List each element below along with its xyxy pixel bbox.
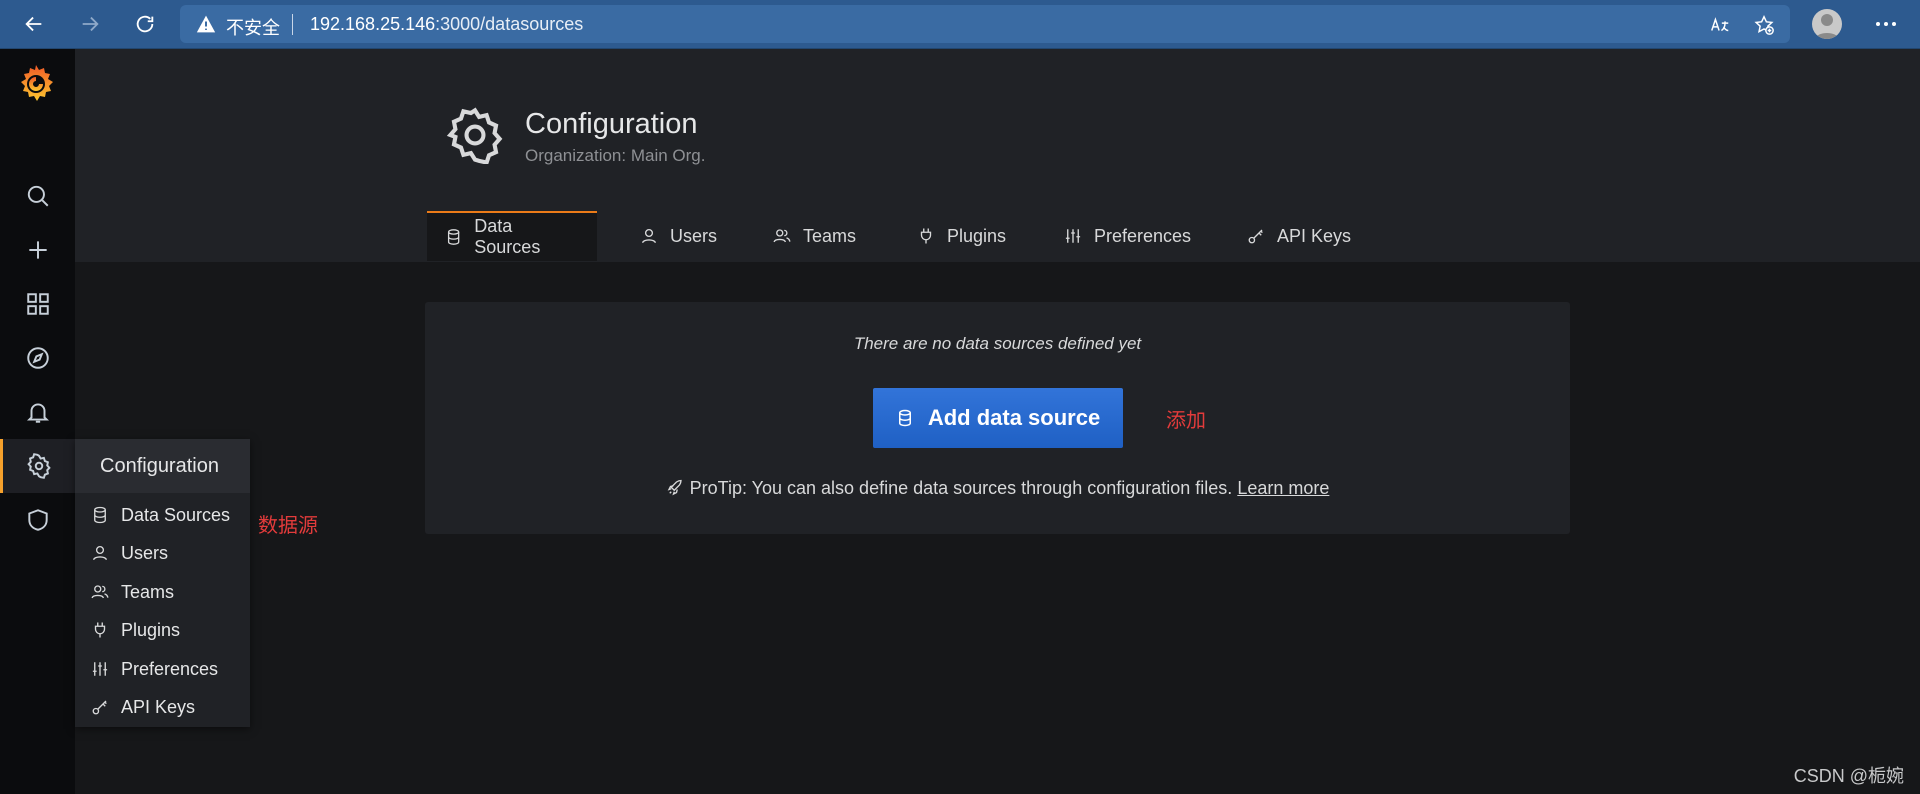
flyout-item-label: Preferences bbox=[121, 658, 219, 679]
apps-icon bbox=[26, 293, 49, 315]
side-menu bbox=[0, 49, 75, 794]
empty-state-title: There are no data sources defined yet bbox=[853, 334, 1142, 353]
key-icon bbox=[92, 700, 107, 715]
bell-icon bbox=[26, 403, 49, 423]
person-icon bbox=[1815, 14, 1839, 39]
watermark: CSDN @栀婉 bbox=[1793, 766, 1904, 786]
add-data-source-button[interactable]: Add data source bbox=[873, 388, 1123, 448]
database-icon bbox=[898, 409, 911, 427]
sidemenu-alerting[interactable] bbox=[0, 385, 75, 439]
user-icon bbox=[641, 228, 657, 244]
reload-icon bbox=[136, 15, 154, 33]
flyout-item-data-sources[interactable]: Data Sources bbox=[91, 496, 230, 534]
plug-icon bbox=[94, 622, 106, 638]
plus-icon bbox=[28, 241, 47, 259]
warning-icon bbox=[196, 15, 216, 33]
flyout-item-label: Data Sources bbox=[121, 504, 231, 525]
flyout-item-plugins[interactable]: Plugins bbox=[91, 611, 180, 649]
database-icon bbox=[94, 506, 106, 524]
url-path: :3000/datasources bbox=[435, 14, 584, 34]
tab-users[interactable]: Users bbox=[640, 211, 717, 261]
flyout-item-label: Plugins bbox=[121, 619, 181, 640]
sidemenu-search[interactable] bbox=[0, 169, 75, 223]
sidemenu-create[interactable] bbox=[0, 223, 75, 277]
tab-label: Preferences bbox=[1094, 225, 1192, 246]
profile-avatar[interactable] bbox=[1812, 9, 1842, 39]
url-host: 192.168.25.146 bbox=[310, 14, 436, 34]
database-icon bbox=[447, 229, 460, 245]
flyout-item-api-keys[interactable]: API Keys bbox=[91, 688, 195, 726]
flyout-item-label: Teams bbox=[121, 581, 175, 602]
flyout-title[interactable]: Configuration bbox=[75, 439, 250, 493]
shield-icon bbox=[27, 509, 48, 531]
add-data-source-label: Add data source bbox=[927, 405, 1101, 430]
key-icon bbox=[1248, 229, 1263, 244]
empty-datasources-panel: There are no data sources defined yet Ad… bbox=[425, 302, 1570, 534]
flyout-item-preferences[interactable]: Preferences bbox=[91, 650, 218, 688]
favorite-button[interactable] bbox=[1752, 13, 1776, 37]
users-icon bbox=[773, 229, 791, 243]
sidemenu-server-admin[interactable] bbox=[0, 493, 75, 547]
sliders-icon bbox=[1065, 229, 1081, 243]
more-menu-button[interactable] bbox=[1868, 10, 1904, 38]
tab-preferences[interactable]: Preferences bbox=[1064, 211, 1191, 261]
tab-label: Teams bbox=[803, 225, 857, 246]
users-icon bbox=[91, 585, 109, 599]
browser-toolbar: 不安全 192.168.25.146:3000/datasources bbox=[0, 0, 1920, 49]
gear-icon bbox=[27, 453, 51, 479]
url-text[interactable]: 192.168.25.146:3000/datasources bbox=[310, 14, 583, 35]
learn-more-link[interactable]: Learn more bbox=[1237, 478, 1329, 498]
protip-text: ProTip: You can also define data sources… bbox=[689, 478, 1233, 498]
translate-icon bbox=[1711, 17, 1729, 32]
tab-plugins[interactable]: Plugins bbox=[917, 211, 1006, 261]
user-icon bbox=[92, 545, 108, 561]
security-label[interactable]: 不安全 bbox=[226, 14, 280, 40]
reload-button[interactable] bbox=[129, 8, 161, 40]
search-icon bbox=[27, 185, 48, 207]
compass-icon bbox=[26, 347, 49, 369]
flyout-item-label: API Keys bbox=[121, 696, 196, 717]
arrow-right-icon bbox=[82, 16, 99, 32]
page-title: Configuration bbox=[525, 108, 698, 140]
sliders-icon bbox=[92, 662, 108, 676]
back-button[interactable] bbox=[18, 8, 50, 40]
page-subtitle: Organization: Main Org. bbox=[525, 146, 706, 165]
tab-api-keys[interactable]: API Keys bbox=[1247, 211, 1351, 261]
configuration-flyout: Configuration Data Sources Users Teams P… bbox=[75, 439, 250, 727]
flyout-item-users[interactable]: Users bbox=[91, 534, 168, 572]
annotation-datasource: 数据源 bbox=[258, 515, 318, 537]
sidemenu-explore[interactable] bbox=[0, 331, 75, 385]
tab-label: Data Sources bbox=[474, 216, 541, 257]
annotation-add: 添加 bbox=[1166, 410, 1206, 432]
address-bar[interactable]: 不安全 192.168.25.146:3000/datasources bbox=[180, 5, 1790, 43]
flyout-item-label: Users bbox=[121, 542, 169, 563]
ellipsis-icon bbox=[1876, 22, 1896, 26]
gear-icon bbox=[446, 107, 503, 164]
arrow-left-icon bbox=[25, 16, 42, 32]
forward-button[interactable] bbox=[74, 8, 106, 40]
tab-teams[interactable]: Teams bbox=[773, 211, 856, 261]
sidemenu-configuration[interactable] bbox=[0, 439, 75, 493]
tab-label: Plugins bbox=[947, 225, 1007, 246]
tab-label: Users bbox=[670, 225, 718, 246]
sidemenu-dashboards[interactable] bbox=[0, 277, 75, 331]
read-aloud-button[interactable] bbox=[1708, 13, 1732, 37]
tab-label: API Keys bbox=[1277, 225, 1352, 246]
grafana-logo-icon[interactable] bbox=[16, 63, 56, 103]
protip: ProTip: You can also define data sources… bbox=[425, 478, 1570, 499]
address-separator bbox=[292, 14, 293, 35]
star-add-icon bbox=[1754, 15, 1774, 35]
flyout-item-teams[interactable]: Teams bbox=[91, 573, 174, 611]
tab-data-sources[interactable]: Data Sources bbox=[427, 211, 597, 261]
rocket-icon bbox=[667, 479, 682, 496]
plug-icon bbox=[920, 228, 932, 244]
